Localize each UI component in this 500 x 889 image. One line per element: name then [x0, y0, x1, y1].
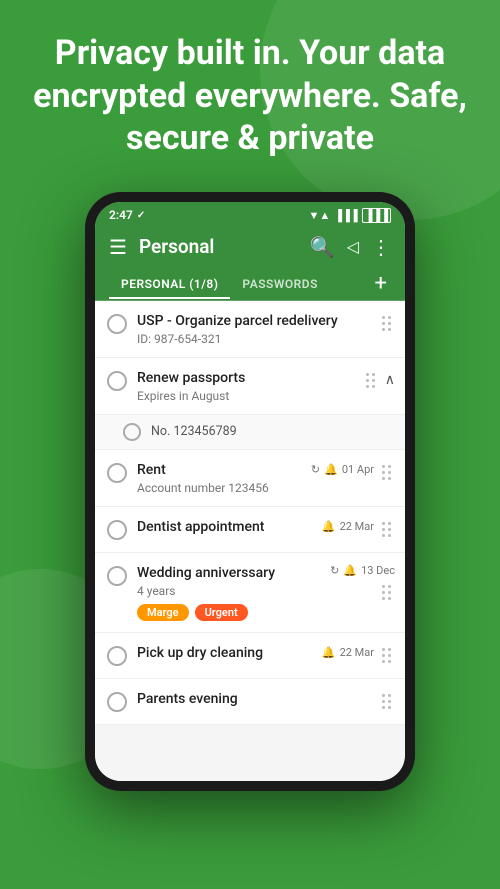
- task-subtitle: Expires in August: [137, 389, 356, 403]
- app-bar-title: Personal: [139, 235, 298, 258]
- tag-marge[interactable]: Marge: [137, 604, 189, 621]
- wifi-icon: ▼▲: [308, 209, 330, 222]
- task-subtitle: 4 years: [137, 584, 324, 598]
- task-checkbox[interactable]: [107, 371, 127, 391]
- drag-handle[interactable]: [378, 690, 395, 713]
- task-checkbox[interactable]: [107, 646, 127, 666]
- status-check-icon: ✓: [137, 210, 145, 221]
- drag-handle[interactable]: [378, 581, 395, 604]
- task-checkbox[interactable]: [107, 314, 127, 334]
- task-content: Parents evening: [127, 690, 378, 708]
- task-title: Renew passports: [137, 369, 356, 387]
- table-row: Rent Account number 123456 ↻ 🔔 01 Apr: [95, 450, 405, 507]
- collapse-icon[interactable]: ∧: [385, 372, 395, 388]
- task-title: Dentist appointment: [137, 518, 316, 536]
- sub-task-text: No. 123456789: [141, 424, 395, 439]
- bell-icon: 🔔: [322, 646, 336, 659]
- task-title: Wedding anniverssary: [137, 564, 324, 582]
- task-title: USP - Organize parcel redelivery: [137, 312, 372, 330]
- task-checkbox[interactable]: [107, 463, 127, 483]
- task-title: Parents evening: [137, 690, 372, 708]
- task-checkbox[interactable]: [107, 520, 127, 540]
- table-row: Parents evening: [95, 679, 405, 725]
- menu-icon[interactable]: ☰: [109, 235, 127, 259]
- drag-handle[interactable]: [378, 518, 395, 541]
- phone-screen: 2:47 ✓ ▼▲ ▐▐▐ ▐▐▐ ☰ Personal 🔍 ◁ ⋮ PERSO: [95, 202, 405, 781]
- add-task-button[interactable]: +: [371, 267, 391, 300]
- table-row: Wedding anniverssary 4 years Marge Urgen…: [95, 553, 405, 633]
- task-title: Rent: [137, 461, 305, 479]
- task-checkbox[interactable]: [107, 692, 127, 712]
- table-row: Renew passports Expires in August ∧: [95, 358, 405, 415]
- more-options-icon[interactable]: ⋮: [371, 235, 391, 259]
- recur-icon: ↻: [330, 564, 339, 577]
- battery-icon: ▐▐▐: [362, 208, 391, 223]
- status-bar: 2:47 ✓ ▼▲ ▐▐▐ ▐▐▐: [95, 202, 405, 227]
- task-content: Rent Account number 123456: [127, 461, 311, 495]
- status-time: 2:47: [109, 208, 133, 222]
- bell-icon: 🔔: [324, 463, 338, 476]
- table-row: USP - Organize parcel redelivery ID: 987…: [95, 301, 405, 358]
- task-subtitle: ID: 987-654-321: [137, 332, 372, 346]
- status-icons: ▼▲ ▐▐▐ ▐▐▐: [308, 208, 391, 223]
- task-content: Wedding anniverssary 4 years Marge Urgen…: [127, 564, 330, 621]
- task-date: 22 Mar: [340, 646, 374, 659]
- drag-handle[interactable]: [362, 369, 379, 392]
- tags-row: Marge Urgent: [137, 604, 324, 621]
- drag-handle[interactable]: [378, 644, 395, 667]
- task-date: 01 Apr: [342, 463, 374, 476]
- tab-passwords[interactable]: PASSWORDS: [230, 267, 330, 299]
- tab-bar: PERSONAL (1/8) PASSWORDS +: [95, 267, 405, 301]
- drag-handle[interactable]: [378, 312, 395, 335]
- task-content: USP - Organize parcel redelivery ID: 987…: [127, 312, 378, 346]
- table-row: Dentist appointment 🔔 22 Mar: [95, 507, 405, 553]
- table-row: Pick up dry cleaning 🔔 22 Mar: [95, 633, 405, 679]
- task-date: 13 Dec: [361, 564, 395, 577]
- tab-personal[interactable]: PERSONAL (1/8): [109, 267, 230, 299]
- task-date: 22 Mar: [340, 520, 374, 533]
- bell-icon: 🔔: [322, 520, 336, 533]
- task-list: USP - Organize parcel redelivery ID: 987…: [95, 301, 405, 781]
- tag-urgent[interactable]: Urgent: [195, 604, 248, 621]
- task-checkbox[interactable]: [107, 566, 127, 586]
- share-icon[interactable]: ◁: [347, 237, 359, 256]
- task-content: Dentist appointment: [127, 518, 322, 536]
- task-title: Pick up dry cleaning: [137, 644, 316, 662]
- app-bar: ☰ Personal 🔍 ◁ ⋮: [95, 227, 405, 267]
- list-item: No. 123456789: [95, 415, 405, 450]
- bell-icon: 🔔: [343, 564, 357, 577]
- task-content: Renew passports Expires in August: [127, 369, 362, 403]
- sub-task-checkbox[interactable]: [123, 423, 141, 441]
- recur-icon: ↻: [311, 463, 320, 476]
- status-time-area: 2:47 ✓: [109, 208, 145, 222]
- drag-handle[interactable]: [378, 461, 395, 484]
- signal-icon: ▐▐▐: [334, 209, 357, 222]
- task-subtitle: Account number 123456: [137, 481, 305, 495]
- phone-frame: 2:47 ✓ ▼▲ ▐▐▐ ▐▐▐ ☰ Personal 🔍 ◁ ⋮ PERSO: [85, 192, 415, 791]
- search-icon[interactable]: 🔍: [310, 235, 335, 259]
- task-content: Pick up dry cleaning: [127, 644, 322, 662]
